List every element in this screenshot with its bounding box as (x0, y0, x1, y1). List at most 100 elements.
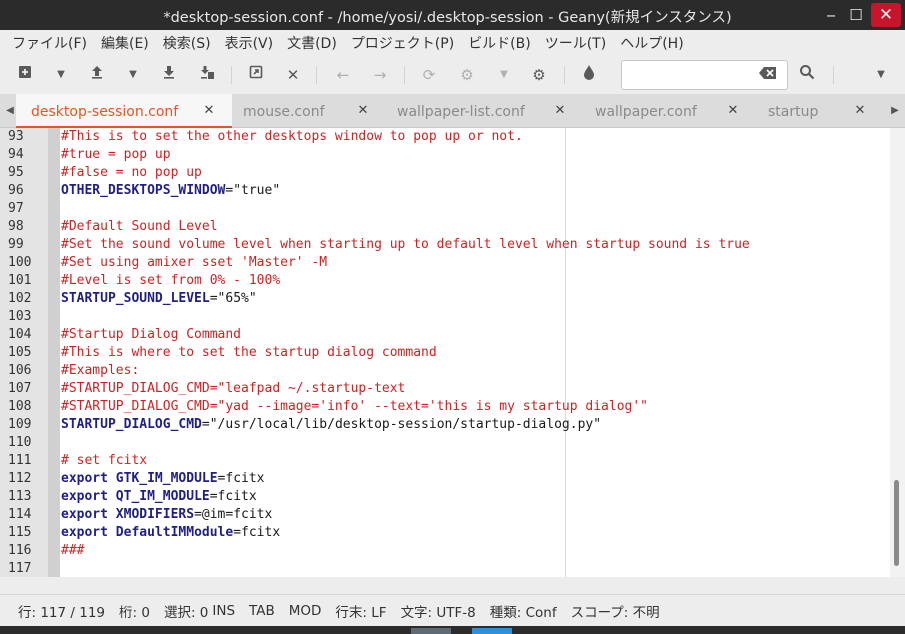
line-number: 97 (8, 201, 24, 216)
code-token: #Level is set from 0% - 100% (61, 273, 281, 288)
build-icon[interactable]: ⚙ (456, 64, 478, 86)
tab-wallpaper-conf[interactable]: wallpaper.conf ✕ (578, 94, 752, 128)
line-number: 101 (8, 273, 32, 288)
status-column: 桁: 0 (119, 604, 150, 621)
line-number: 110 (8, 435, 32, 450)
taskbar-item[interactable] (411, 628, 451, 634)
code-line[interactable]: 113 export QT_IM_MODULE=fcitx (0, 488, 890, 506)
toolbar-separator (564, 66, 565, 84)
code-token: export (61, 507, 116, 522)
code-token: #This is to set the other desktops windo… (61, 129, 523, 144)
open-file-icon[interactable] (86, 64, 108, 86)
code-line[interactable]: 111 # set fcitx (0, 452, 890, 470)
close-icon[interactable]: ✕ (852, 103, 868, 118)
code-token: =@im=fcitx (194, 507, 273, 522)
code-line[interactable]: 102 STARTUP_SOUND_LEVEL="65%" (0, 290, 890, 308)
menu-view[interactable]: 表示(V) (218, 33, 281, 53)
status-scope: スコープ: 不明 (570, 604, 660, 621)
code-line[interactable]: 94 #true = pop up (0, 146, 890, 164)
menu-file[interactable]: ファイル(F) (5, 33, 94, 53)
save-all-icon[interactable] (196, 64, 218, 86)
search-icon[interactable] (796, 64, 818, 86)
code-line[interactable]: 116 ### (0, 542, 890, 560)
close-window-button[interactable]: ✕ (871, 3, 901, 27)
vertical-scroll-thumb[interactable] (894, 480, 899, 566)
code-line[interactable]: 106 #Examples: (0, 362, 890, 380)
code-token: #false = no pop up (61, 165, 202, 180)
line-content: #Set the sound volume level when startin… (61, 236, 750, 254)
execute-icon[interactable]: ⚙ (528, 64, 550, 86)
tab-scroll-right-icon[interactable]: ▶ (889, 102, 901, 120)
line-content: #Level is set from 0% - 100% (61, 272, 280, 290)
code-line[interactable]: 107 #STARTUP_DIALOG_CMD="leafpad ~/.start… (0, 380, 890, 398)
maximize-button[interactable]: ☐ (843, 3, 869, 27)
code-token: ### (61, 543, 85, 558)
code-line[interactable]: 114 export XMODIFIERS=@im=fcitx (0, 506, 890, 524)
menu-document[interactable]: 文書(D) (280, 33, 344, 53)
code-line[interactable]: 95 #false = no pop up (0, 164, 890, 182)
code-line[interactable]: 109 STARTUP_DIALOG_CMD="/usr/local/lib/de… (0, 416, 890, 434)
code-token: XMODIFIERS (115, 507, 195, 522)
line-number: 104 (8, 327, 32, 342)
code-line[interactable]: 105 #This is where to set the startup dia… (0, 344, 890, 362)
menu-bar: ファイル(F) 編集(E) 検索(S) 表示(V) 文書(D) プロジェクト(P… (0, 30, 905, 56)
code-line[interactable]: 115 export DefaultIMModule=fcitx (0, 524, 890, 542)
code-line[interactable]: 108 #STARTUP_DIALOG_CMD="yad --image='inf… (0, 398, 890, 416)
menu-project[interactable]: プロジェクト(P) (344, 33, 461, 53)
code-line[interactable]: 117 (0, 560, 890, 577)
save-icon[interactable] (158, 64, 180, 86)
code-token: ="/usr/local/lib/desktop-session/startup… (201, 417, 602, 432)
code-line[interactable]: 97 (0, 200, 890, 218)
back-icon[interactable]: ← (332, 64, 354, 86)
code-line[interactable]: 110 (0, 434, 890, 452)
menu-tools[interactable]: ツール(T) (538, 33, 613, 53)
clear-search-icon[interactable] (758, 66, 778, 84)
build-dropdown-icon[interactable]: ▼ (497, 64, 511, 86)
tab-desktop-session-conf[interactable]: desktop-session.conf ✕ (16, 94, 232, 128)
close-icon[interactable]: ✕ (552, 103, 568, 118)
close-icon[interactable]: ✕ (725, 103, 741, 118)
code-line[interactable]: 93 #This is to set the other desktops win… (0, 128, 890, 146)
tab-mouse-conf[interactable]: mouse.conf ✕ (232, 94, 380, 128)
line-number: 96 (8, 183, 24, 198)
tab-scroll-left-icon[interactable]: ◀ (4, 102, 16, 120)
taskbar-item-active[interactable] (472, 628, 512, 634)
menu-build[interactable]: ビルド(B) (461, 33, 538, 53)
vertical-scrollbar[interactable] (890, 128, 905, 577)
status-indent-mode: TAB (249, 602, 275, 619)
close-icon[interactable]: ✕ (282, 64, 304, 86)
code-line[interactable]: 100 #Set using amixer sset 'Master' -M (0, 254, 890, 272)
line-content: export DefaultIMModule=fcitx (61, 524, 280, 542)
tab-wallpaper-list-conf[interactable]: wallpaper-list.conf ✕ (380, 94, 578, 128)
menu-help[interactable]: ヘルプ(H) (613, 33, 690, 53)
code-line[interactable]: 99 #Set the sound volume level when start… (0, 236, 890, 254)
code-line[interactable]: 96 OTHER_DESKTOPS_WINDOW="true" (0, 182, 890, 200)
code-token: #STARTUP_DIALOG_CMD="yad --image='info' … (61, 399, 648, 414)
line-number: 100 (8, 255, 32, 270)
open-file-dropdown-icon[interactable]: ▼ (126, 64, 140, 86)
overflow-icon[interactable]: ▼ (874, 64, 888, 86)
new-file-icon[interactable] (14, 64, 36, 86)
code-line[interactable]: 98 #Default Sound Level (0, 218, 890, 236)
code-line[interactable]: 104 #Startup Dialog Command (0, 326, 890, 344)
color-picker-icon[interactable] (578, 64, 600, 86)
close-icon[interactable]: ✕ (201, 103, 217, 118)
compile-icon[interactable]: ⟳ (418, 64, 440, 86)
line-number: 105 (8, 345, 32, 360)
tab-startup[interactable]: startup ✕ (752, 94, 880, 128)
code-line[interactable]: 112 export GTK_IM_MODULE=fcitx (0, 470, 890, 488)
revert-icon[interactable] (245, 64, 267, 86)
menu-search[interactable]: 検索(S) (156, 33, 218, 53)
code-line[interactable]: 101 #Level is set from 0% - 100% (0, 272, 890, 290)
new-file-dropdown-icon[interactable]: ▼ (54, 64, 68, 86)
line-number: 106 (8, 363, 32, 378)
menu-edit[interactable]: 編集(E) (94, 33, 156, 53)
line-content: #true = pop up (61, 146, 171, 164)
close-icon[interactable]: ✕ (355, 103, 371, 118)
title-bar: *desktop-session.conf - /home/yosi/.desk… (0, 0, 905, 30)
forward-icon[interactable]: → (369, 64, 391, 86)
code-editor[interactable]: 93 #This is to set the other desktops win… (0, 128, 905, 577)
code-line[interactable]: 103 (0, 308, 890, 326)
status-filetype: 種類: Conf (489, 604, 557, 621)
minimize-button[interactable]: ‒ (818, 3, 844, 27)
